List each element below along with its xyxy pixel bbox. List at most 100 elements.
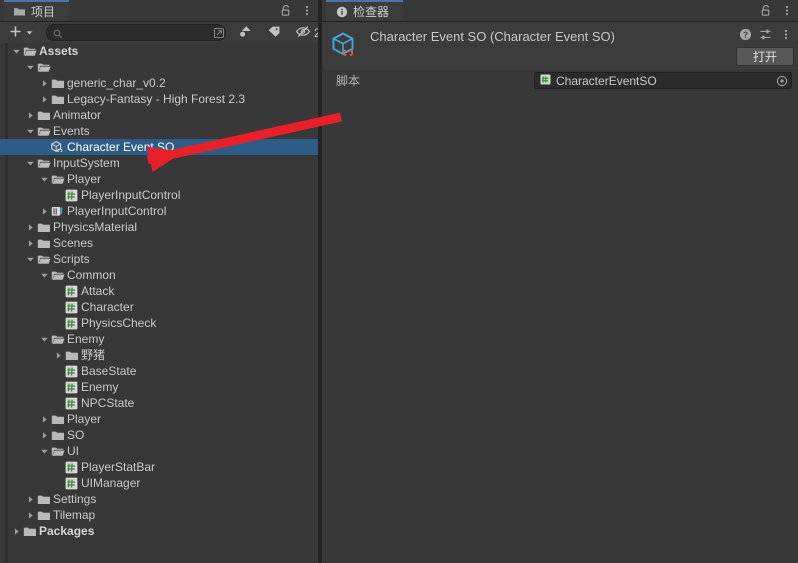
tree-row[interactable]: Enemy <box>0 379 318 395</box>
folder-icon <box>36 219 51 235</box>
tree-row-label: Tilemap <box>53 508 96 522</box>
tree-row[interactable]: UI <box>0 443 318 459</box>
tree-row[interactable]: Assets <box>0 43 318 59</box>
tree-row[interactable]: Common <box>0 267 318 283</box>
chevron-down-icon[interactable] <box>24 155 36 171</box>
chevron-right-icon[interactable] <box>52 347 64 363</box>
inspector-asset-header: Character Event SO (Character Event SO) … <box>322 22 798 71</box>
tab-project[interactable]: 项目 <box>4 0 70 21</box>
chevron-down-icon[interactable] <box>10 43 22 59</box>
chevron-right-icon[interactable] <box>38 411 50 427</box>
chevron-down-icon[interactable] <box>24 123 36 139</box>
search-input[interactable] <box>63 26 213 39</box>
tree-row[interactable]: Player <box>0 171 318 187</box>
tree-row[interactable]: PlayerInputControl <box>0 187 318 203</box>
cs-script-icon <box>64 459 79 475</box>
chevron-right-icon[interactable] <box>38 203 50 219</box>
tree-row[interactable]: PlayerInputControl <box>0 203 318 219</box>
chevron-right-icon[interactable] <box>38 91 50 107</box>
chevron-right-icon[interactable] <box>24 107 36 123</box>
create-asset-button[interactable] <box>0 22 41 43</box>
tree-row-label: Player <box>67 172 102 186</box>
chevron-right-icon[interactable] <box>24 219 36 235</box>
filter-by-label-button[interactable] <box>260 22 288 43</box>
chevron-down-icon[interactable] <box>38 267 50 283</box>
tree-row[interactable]: Attack <box>0 283 318 299</box>
tree-row[interactable]: Legacy-Fantasy - High Forest 2.3 <box>0 91 318 107</box>
preset-icon[interactable] <box>759 28 772 41</box>
inspector-panel: 检查器 Character Event SO (Character Event … <box>322 0 798 563</box>
help-icon[interactable]: ? <box>739 28 752 41</box>
cs-script-icon <box>64 283 79 299</box>
folder-open-icon <box>36 251 51 267</box>
folder-icon <box>13 5 26 18</box>
folder-icon <box>36 235 51 251</box>
info-icon <box>335 5 348 18</box>
tree-row[interactable] <box>0 59 318 75</box>
tree-row[interactable]: SO <box>0 427 318 443</box>
open-button[interactable]: 打开 <box>736 47 794 66</box>
tree-row[interactable]: InputSystem <box>0 155 318 171</box>
object-picker-icon[interactable] <box>776 75 788 87</box>
chevron-down-icon[interactable] <box>38 443 50 459</box>
chevron-right-icon[interactable] <box>10 523 22 539</box>
tree-row[interactable]: BaseState <box>0 363 318 379</box>
open-search-window-icon[interactable] <box>213 27 225 39</box>
folder-icon <box>50 91 65 107</box>
inspector-tabbar: 检查器 <box>322 0 798 22</box>
kebab-menu-icon[interactable] <box>300 4 313 17</box>
script-object-field[interactable]: CharacterEventSO <box>534 72 792 89</box>
tree-row[interactable]: NPCState <box>0 395 318 411</box>
kebab-menu-icon[interactable] <box>779 28 792 41</box>
tree-row[interactable]: Player <box>0 411 318 427</box>
plus-icon <box>9 25 22 41</box>
chevron-down-icon[interactable] <box>24 59 36 75</box>
tree-row[interactable]: Tilemap <box>0 507 318 523</box>
tree-row[interactable]: Scenes <box>0 235 318 251</box>
tree-row-selected[interactable]: Character Event SO <box>0 139 318 155</box>
cs-script-icon <box>64 475 79 491</box>
lock-icon[interactable] <box>759 4 772 17</box>
lock-icon[interactable] <box>279 4 292 17</box>
tree-row[interactable]: Enemy <box>0 331 318 347</box>
inspector-asset-title: Character Event SO (Character Event SO) <box>370 29 615 44</box>
search-icon <box>53 28 63 38</box>
tree-row[interactable]: PhysicsCheck <box>0 315 318 331</box>
tree-row-label: Enemy <box>81 380 119 394</box>
chevron-right-icon[interactable] <box>38 427 50 443</box>
tree-row[interactable]: Packages <box>0 523 318 539</box>
eye-off-icon <box>295 25 311 41</box>
tree-row[interactable]: Character <box>0 299 318 315</box>
tree-row[interactable]: generic_char_v0.2 <box>0 75 318 91</box>
chevron-down-icon[interactable] <box>38 331 50 347</box>
chevron-right-icon[interactable] <box>24 491 36 507</box>
chevron-right-icon[interactable] <box>24 235 36 251</box>
tree-row-container: Assets generic_char_v0.2 Legacy-Fantasy - … <box>0 43 318 539</box>
tree-row[interactable]: 野猪 <box>0 347 318 363</box>
tree-row[interactable]: Animator <box>0 107 318 123</box>
search-field[interactable] <box>46 24 226 41</box>
filter-by-type-icon <box>238 24 253 41</box>
kebab-menu-icon[interactable] <box>780 4 793 17</box>
chevron-down-icon[interactable] <box>24 251 36 267</box>
inspector-asset-actions: ? <box>739 28 792 41</box>
inspector-body: 脚本 CharacterEventSO <box>322 70 798 563</box>
chevron-down-icon[interactable] <box>38 171 50 187</box>
tree-row[interactable]: PlayerStatBar <box>0 459 318 475</box>
tab-inspector[interactable]: 检查器 <box>326 0 404 21</box>
folder-icon <box>22 523 37 539</box>
filter-by-type-button[interactable] <box>231 22 260 43</box>
project-asset-tree[interactable]: Assets generic_char_v0.2 Legacy-Fantasy - … <box>0 43 318 563</box>
property-label-script: 脚本 <box>336 74 361 88</box>
tree-row[interactable]: PhysicsMaterial <box>0 219 318 235</box>
tree-row[interactable]: Settings <box>0 491 318 507</box>
chevron-right-icon[interactable] <box>24 507 36 523</box>
tree-row[interactable]: UIManager <box>0 475 318 491</box>
tree-row[interactable]: Events <box>0 123 318 139</box>
chevron-right-icon[interactable] <box>38 75 50 91</box>
tree-row[interactable]: Scripts <box>0 251 318 267</box>
